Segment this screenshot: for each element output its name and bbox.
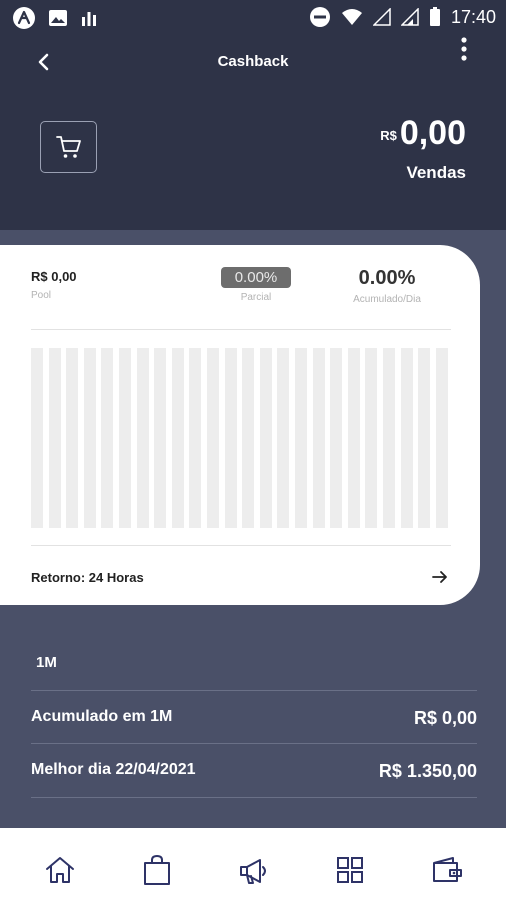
chart-bar [330,348,343,528]
more-vertical-icon [461,37,467,61]
sales-currency: R$ [380,128,397,143]
home-icon [46,857,74,883]
chart-bar [259,348,272,528]
shopping-cart-icon [56,136,81,158]
nav-campaigns[interactable] [238,854,270,886]
nav-wallet[interactable] [431,854,463,886]
summary-row-label: Acumulado em 1M [31,708,173,725]
signal-icon-2 [400,8,419,26]
period-selector[interactable]: 1M [36,654,57,671]
image-icon [48,8,68,28]
chart-bar [101,348,114,528]
chart-bar [66,348,79,528]
pool-label: Pool [31,290,52,301]
chart-bar [119,348,131,528]
stats-icon [80,9,98,27]
status-bar: 17:40 [0,0,506,36]
summary-row-label: Melhor dia 22/04/2021 [31,761,196,778]
chart-bar [418,348,431,528]
nav-shopping[interactable] [141,854,173,886]
status-bar-right: 17:40 [309,6,496,28]
bottom-nav [0,828,506,900]
summary-row-value: R$ 1.350,00 [378,761,477,781]
chart-bar [400,348,413,528]
summary-row-best-day: Melhor dia 22/04/2021 R$ 1.350,00 [31,761,477,781]
do-not-disturb-icon [309,6,331,28]
pool-stat: R$ 0,00 Pool [31,269,77,301]
chart-bar [83,348,96,528]
parcial-label: Parcial [240,292,272,303]
chart-bar [31,348,43,528]
sales-amount: 0,00 [399,114,466,152]
chart-bar [136,348,149,528]
chart-bar [347,348,360,528]
acumulado-value: 0.00% [358,267,416,289]
sales-value: R$0,00 [380,114,466,153]
summary-row-accumulated: Acumulado em 1M R$ 0,00 [31,708,477,728]
more-options-button[interactable] [452,36,476,62]
signal-icon-1 [372,8,391,26]
card-divider-top [31,329,451,330]
cashback-card: R$ 0,00 Pool 0.00% Parcial 0.00% Acumula… [0,245,480,605]
megaphone-icon [240,859,266,884]
chart-bar [383,348,395,528]
nav-dashboard[interactable] [334,854,366,886]
pool-value: R$ 0,00 [31,269,77,284]
grid-icon [337,857,363,883]
summary-row-value: R$ 0,00 [413,708,477,728]
cart-badge [40,121,97,173]
summary-divider [31,690,477,691]
status-time: 17:40 [450,6,496,27]
return-label: Retorno: 24 Horas [31,570,144,585]
parcial-stat: 0.00% Parcial [220,267,292,303]
header: Cashback R$0,00 Vendas [0,36,506,230]
chart-bar [48,348,61,528]
summary-divider [31,797,477,798]
battery-icon [429,7,441,27]
chart-bar [365,348,378,528]
chart-bar [312,348,325,528]
chart-bar [242,348,255,528]
chart-bar [207,348,219,528]
status-bar-left [12,6,98,30]
summary-divider [31,743,477,744]
chart-bar [435,348,448,528]
chart-bar [224,348,237,528]
parcial-value: 0.00% [220,267,292,288]
arrow-right-icon [432,571,447,583]
chart-bar [295,348,307,528]
chart-bar [277,348,290,528]
app-logo-icon [12,6,36,30]
acumulado-label: Acumulado/Dia [353,294,421,305]
acumulado-stat: 0.00% Acumulado/Dia [346,267,428,305]
chart-area [31,348,451,528]
chart-bar [189,348,202,528]
sales-label: Vendas [406,163,466,182]
nav-home[interactable] [44,854,76,886]
wifi-icon [341,8,363,26]
chart-bar [154,348,167,528]
wallet-icon [433,857,462,882]
chart-bar [171,348,184,528]
return-details-button[interactable] [430,567,450,587]
card-divider-bottom [31,545,451,546]
page-title: Cashback [217,53,289,70]
shopping-bag-icon [144,855,170,885]
